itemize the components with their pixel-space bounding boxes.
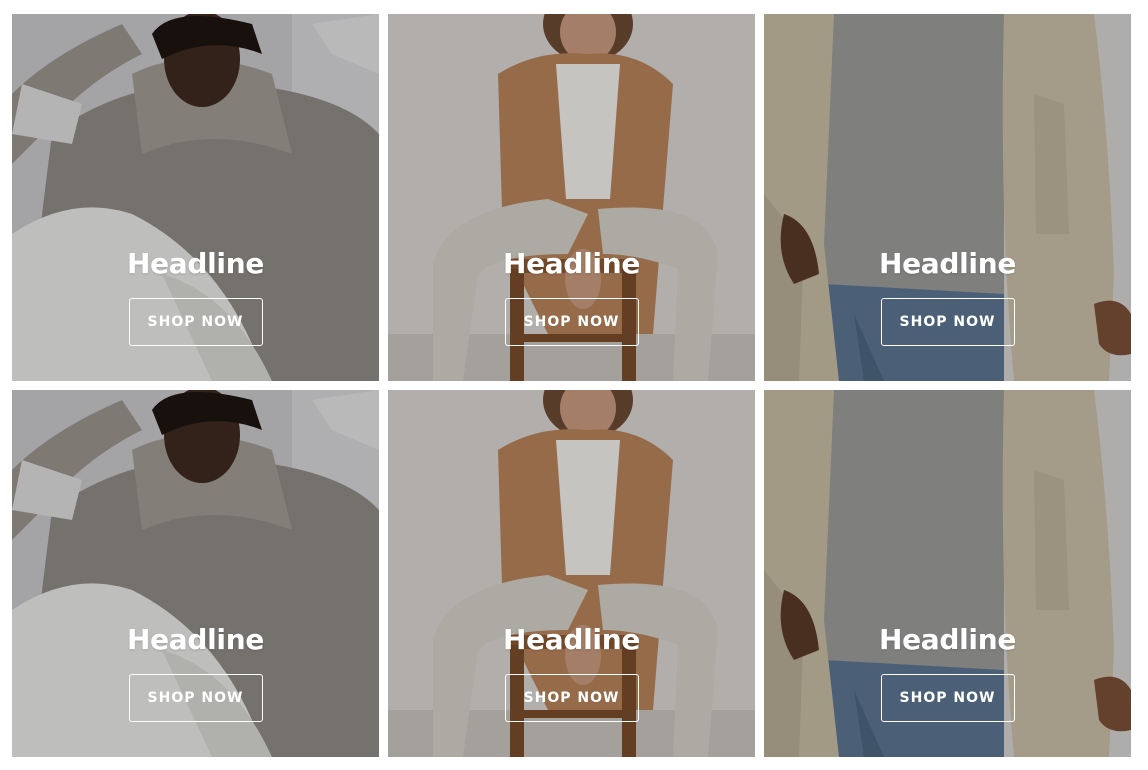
- card-content: Headline SHOP NOW: [764, 246, 1131, 346]
- shop-now-button[interactable]: SHOP NOW: [128, 298, 263, 346]
- card-content: Headline SHOP NOW: [388, 622, 755, 722]
- card-headline: Headline: [502, 623, 641, 656]
- card-content: Headline SHOP NOW: [12, 622, 379, 722]
- shop-now-button[interactable]: SHOP NOW: [880, 674, 1015, 722]
- product-card[interactable]: Headline SHOP NOW: [388, 390, 755, 757]
- card-headline: Headline: [878, 247, 1017, 280]
- card-headline: Headline: [502, 247, 641, 280]
- product-card[interactable]: Headline SHOP NOW: [12, 14, 379, 381]
- card-headline: Headline: [126, 247, 265, 280]
- product-card[interactable]: Headline SHOP NOW: [388, 14, 755, 381]
- product-card[interactable]: Headline SHOP NOW: [12, 390, 379, 757]
- card-headline: Headline: [878, 623, 1017, 656]
- card-content: Headline SHOP NOW: [12, 246, 379, 346]
- card-content: Headline SHOP NOW: [388, 246, 755, 346]
- shop-now-button[interactable]: SHOP NOW: [504, 674, 639, 722]
- shop-now-button[interactable]: SHOP NOW: [504, 298, 639, 346]
- product-card-grid: Headline SHOP NOW Headline SHOP NOW Head…: [12, 14, 1131, 757]
- product-card[interactable]: Headline SHOP NOW: [764, 14, 1131, 381]
- card-headline: Headline: [126, 623, 265, 656]
- shop-now-button[interactable]: SHOP NOW: [880, 298, 1015, 346]
- product-card[interactable]: Headline SHOP NOW: [764, 390, 1131, 757]
- card-content: Headline SHOP NOW: [764, 622, 1131, 722]
- shop-now-button[interactable]: SHOP NOW: [128, 674, 263, 722]
